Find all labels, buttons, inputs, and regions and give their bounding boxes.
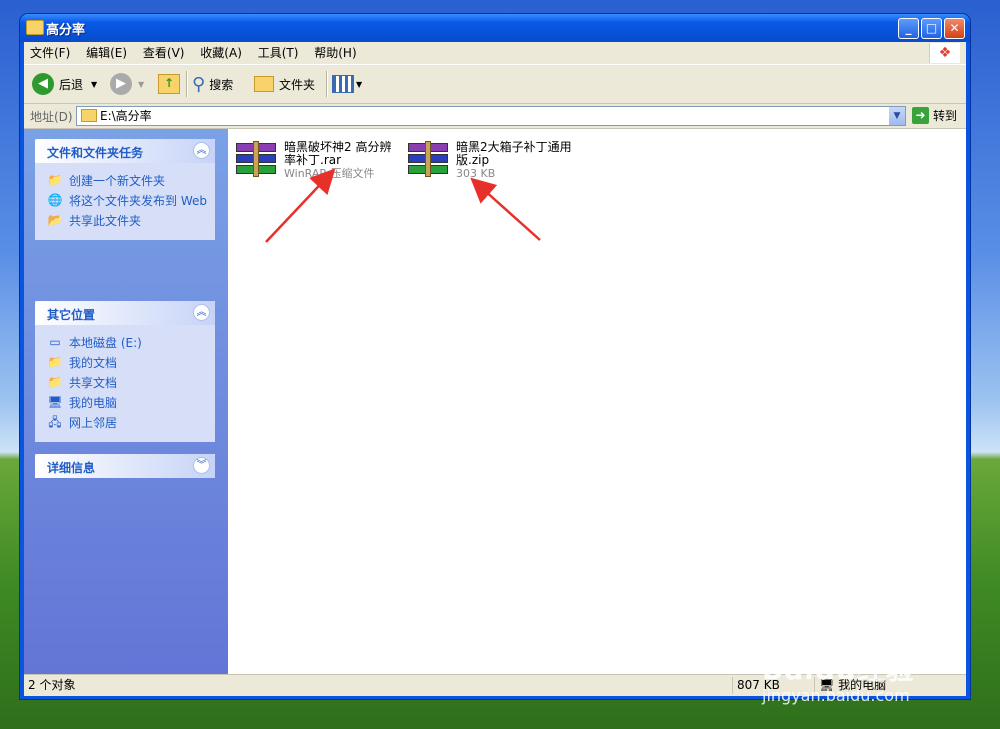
title-bar[interactable]: 高分率 _ □ ✕	[20, 14, 970, 42]
folder-icon	[81, 109, 97, 122]
search-button[interactable]: ⚲ 搜索	[192, 70, 233, 98]
task-publish-web[interactable]: 🌐 将这个文件夹发布到 Web	[47, 192, 215, 209]
file-name-cont: 版.zip	[456, 153, 490, 167]
task-new-folder[interactable]: 📁 创建一个新文件夹	[47, 172, 215, 189]
baidu-watermark: Baidu经验 jingyan.baidu.com	[762, 648, 915, 705]
views-dropdown-icon: ▼	[356, 79, 363, 89]
place-shared-documents[interactable]: 📁 共享文档	[47, 374, 215, 391]
menu-favorites[interactable]: 收藏(A)	[194, 42, 248, 64]
address-value: E:\高分率	[100, 109, 152, 123]
back-dropdown-icon[interactable]: ▼	[91, 80, 97, 89]
task-label: 共享此文件夹	[69, 214, 142, 228]
collapse-icon[interactable]: ︽	[193, 142, 210, 159]
go-button[interactable]: ➜ 转到	[912, 107, 957, 124]
go-arrow-icon: ➜	[912, 107, 929, 124]
panel-title: 文件和文件夹任务	[47, 146, 144, 160]
address-dropdown-icon[interactable]: ▼	[889, 107, 905, 125]
search-icon: ⚲	[192, 73, 206, 95]
expand-icon[interactable]: ︾	[193, 457, 210, 474]
panel-title: 其它位置	[47, 308, 96, 322]
window-title: 高分率	[46, 23, 86, 38]
folders-button[interactable]: 文件夹	[254, 70, 315, 98]
address-input[interactable]: E:\高分率 ▼	[76, 106, 906, 126]
network-icon: 🖧	[48, 415, 62, 429]
task-share-folder[interactable]: 📂 共享此文件夹	[47, 212, 215, 229]
task-pane: 文件和文件夹任务 ︽ 📁 创建一个新文件夹 🌐 将这个文件夹发布到 Web 📂 共享此…	[24, 129, 228, 674]
file-item[interactable]: 暗黑2大箱子补丁通用 版.zip 303 KB	[406, 141, 572, 181]
menu-bar: 文件(F) 编辑(E) 查看(V) 收藏(A) 工具(T) 帮助(H) ❖	[24, 42, 966, 65]
toolbar: ◀ 后退 ▼ ▶ ▼ ↑ ⚲ 搜索 文件夹 ▼	[24, 65, 966, 104]
place-label: 本地磁盘 (E:)	[69, 336, 142, 350]
folder-icon	[26, 20, 44, 35]
file-size: 303 KB	[456, 167, 496, 180]
share-folder-icon: 📂	[47, 213, 63, 227]
forward-arrow-icon: ▶	[110, 73, 132, 95]
address-bar: 地址(D) E:\高分率 ▼ ➜ 转到	[24, 104, 966, 129]
watermark-site: jingyan.baidu.com	[762, 686, 910, 705]
windows-logo-icon: ❖	[929, 43, 960, 63]
winrar-archive-icon	[234, 141, 278, 177]
close-button[interactable]: ✕	[944, 18, 965, 39]
task-label: 创建一个新文件夹	[69, 174, 166, 188]
file-item[interactable]: 暗黑破坏神2 高分辨 率补丁.rar WinRAR 压缩文件	[234, 141, 391, 181]
address-label: 地址(D)	[30, 110, 73, 124]
up-folder-button[interactable]: ↑	[158, 70, 180, 98]
place-local-disk[interactable]: ▭ 本地磁盘 (E:)	[47, 334, 215, 351]
file-tasks-header[interactable]: 文件和文件夹任务 ︽	[35, 139, 215, 163]
minimize-button[interactable]: _	[898, 18, 919, 39]
place-label: 网上邻居	[69, 416, 118, 430]
file-tasks-panel: 文件和文件夹任务 ︽ 📁 创建一个新文件夹 🌐 将这个文件夹发布到 Web 📂 共享此…	[35, 139, 215, 240]
views-icon	[332, 75, 354, 93]
shared-folder-icon: 📁	[47, 375, 63, 389]
folders-label: 文件夹	[279, 77, 316, 92]
place-label: 共享文档	[69, 376, 118, 390]
back-button[interactable]: ◀ 后退 ▼	[32, 70, 97, 98]
other-places-panel: 其它位置 ︽ ▭ 本地磁盘 (E:) 📁 我的文档 📁 共享文档 🖥 我的电脑 🖧 网上邻…	[35, 301, 215, 442]
place-label: 我的电脑	[69, 396, 118, 410]
toolbar-separator	[326, 71, 328, 97]
forward-dropdown-icon: ▼	[138, 79, 145, 89]
menu-edit[interactable]: 编辑(E)	[80, 42, 133, 64]
place-network[interactable]: 🖧 网上邻居	[47, 414, 215, 431]
new-folder-icon: 📁	[47, 173, 63, 187]
place-label: 我的文档	[69, 356, 118, 370]
task-label: 将这个文件夹发布到 Web	[69, 194, 207, 208]
explorer-window: 高分率 _ □ ✕ 文件(F) 编辑(E) 查看(V) 收藏(A) 工具(T) …	[20, 14, 970, 699]
details-panel: 详细信息 ︾	[35, 454, 215, 478]
folders-icon	[254, 76, 274, 92]
menu-file[interactable]: 文件(F)	[24, 42, 76, 64]
maximize-button[interactable]: □	[921, 18, 942, 39]
toolbar-separator	[186, 71, 188, 97]
menu-tools[interactable]: 工具(T)	[252, 42, 305, 64]
file-type: WinRAR 压缩文件	[284, 167, 375, 180]
computer-icon: 🖥	[47, 395, 63, 409]
menu-help[interactable]: 帮助(H)	[308, 42, 362, 64]
globe-icon: 🌐	[47, 193, 63, 207]
back-arrow-icon: ◀	[32, 73, 54, 95]
views-button[interactable]: ▼	[332, 70, 362, 98]
window-client: 文件(F) 编辑(E) 查看(V) 收藏(A) 工具(T) 帮助(H) ❖ ◀ …	[24, 42, 966, 696]
menu-view[interactable]: 查看(V)	[137, 42, 191, 64]
forward-button[interactable]: ▶ ▼	[110, 70, 144, 98]
drive-icon: ▭	[49, 335, 61, 349]
file-list: 暗黑破坏神2 高分辨 率补丁.rar WinRAR 压缩文件 暗黑2大箱子补丁通…	[228, 129, 966, 674]
status-object-count: 2 个对象	[28, 678, 76, 692]
collapse-icon[interactable]: ︽	[193, 304, 210, 321]
go-label: 转到	[933, 109, 958, 123]
file-name-cont: 率补丁.rar	[284, 153, 342, 167]
place-my-computer[interactable]: 🖥 我的电脑	[47, 394, 215, 411]
other-places-header[interactable]: 其它位置 ︽	[35, 301, 215, 325]
watermark-brand: Baidu经验	[762, 653, 915, 686]
panel-title: 详细信息	[47, 461, 96, 475]
search-label: 搜索	[209, 77, 234, 92]
up-folder-icon: ↑	[158, 74, 180, 94]
back-label: 后退	[59, 77, 84, 92]
details-header[interactable]: 详细信息 ︾	[35, 454, 215, 478]
place-my-documents[interactable]: 📁 我的文档	[47, 354, 215, 371]
winrar-archive-icon	[406, 141, 450, 177]
documents-icon: 📁	[47, 355, 63, 369]
